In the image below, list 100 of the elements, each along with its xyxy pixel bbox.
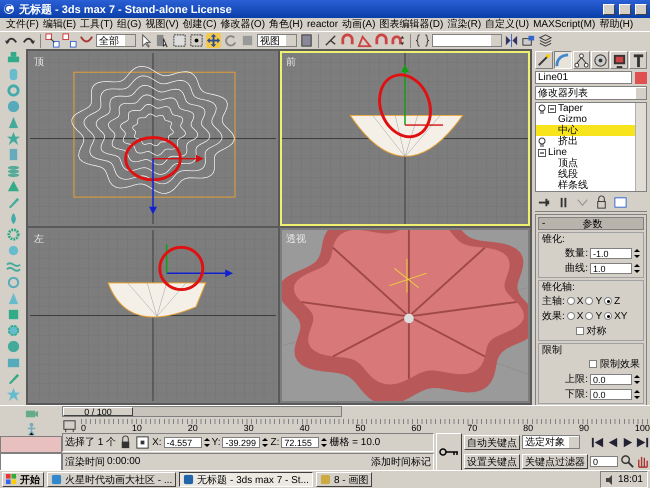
start-button[interactable]: 开始 [2, 472, 44, 487]
stack-item[interactable]: Line [536, 147, 635, 158]
spinner-icon[interactable] [634, 374, 640, 384]
speaker-icon[interactable] [604, 474, 615, 484]
lightbulb-icon[interactable] [538, 104, 546, 114]
lightbulb-icon[interactable] [538, 136, 546, 146]
menu-item[interactable]: 文件(F) [4, 18, 41, 30]
link-icon[interactable] [45, 33, 60, 48]
minimize-button[interactable] [603, 4, 615, 14]
menu-item[interactable]: 图表编辑器(D) [377, 18, 446, 30]
script-output-field[interactable] [0, 453, 62, 471]
radio-button[interactable] [585, 312, 594, 320]
modifier-list-dropdown[interactable]: 修改器列表 [535, 86, 647, 100]
stack-item[interactable]: Taper [536, 103, 635, 114]
pivot-icon[interactable] [299, 33, 314, 48]
menu-item[interactable]: 自定义(U) [483, 18, 532, 30]
checkbox[interactable] [589, 360, 597, 368]
mirror-icon[interactable] [504, 33, 519, 48]
checkbox[interactable] [576, 327, 584, 335]
number-field[interactable]: 0.0 [590, 388, 632, 400]
taskbar-button[interactable]: 8 - 画图 [316, 472, 372, 487]
stack-item[interactable]: 挤出 [536, 136, 635, 147]
move-icon[interactable] [206, 33, 221, 48]
star-icon[interactable] [6, 131, 20, 146]
menu-item[interactable]: 创建(C) [180, 18, 219, 30]
menu-item[interactable]: reactor [304, 18, 340, 30]
layers-icon[interactable] [538, 33, 553, 48]
coordinate-field[interactable]: 72.155 [281, 436, 320, 448]
menu-item[interactable]: 编辑(E) [40, 18, 78, 30]
menu-item[interactable]: 修改器(O) [218, 18, 268, 30]
radio-button[interactable] [566, 297, 575, 305]
color-swatch[interactable] [635, 72, 647, 84]
collapse-icon[interactable] [538, 148, 546, 156]
zoom-icon[interactable] [620, 454, 635, 470]
number-field[interactable]: 0.0 [590, 374, 632, 384]
star-icon[interactable] [6, 387, 20, 402]
absolute-mode-icon[interactable] [135, 434, 150, 450]
stack-subitem[interactable]: 线段 [536, 169, 635, 180]
spinner-icon[interactable] [634, 248, 640, 258]
time-slider-thumb[interactable]: 0 / 100 [63, 407, 133, 416]
tick-label: 80 [523, 423, 534, 433]
key-filters-button[interactable]: 关键点过滤器 [522, 454, 588, 470]
collapse-icon[interactable] [548, 104, 556, 112]
axis-gizmo-drawing [388, 258, 427, 293]
menu-item[interactable]: 动画(A) [340, 18, 378, 30]
spinner-magnet-icon[interactable] [391, 33, 406, 48]
spinner-icon[interactable] [634, 388, 640, 400]
object-name-field[interactable]: Line01 [535, 71, 632, 84]
window-crossing-icon[interactable] [189, 33, 204, 48]
add-time-tag[interactable]: 添加时间标记 [371, 454, 431, 469]
stack-subitem[interactable]: 中心 [536, 125, 635, 136]
scrollbar[interactable] [635, 103, 646, 191]
radio-button[interactable] [585, 297, 594, 305]
spinner-icon[interactable] [634, 262, 640, 274]
radio-button[interactable] [604, 312, 612, 320]
coordinate-field[interactable]: -39.299 [222, 436, 260, 448]
rollout-header[interactable]: - 参数 [538, 217, 644, 230]
stack-subitem[interactable]: Gizmo [536, 114, 635, 125]
rollout-title[interactable]: 参数 [545, 216, 640, 230]
timeline-ruler[interactable]: 0 10 20 30 40 50 60 70 80 90 100 [81, 419, 650, 432]
configure-icon[interactable] [613, 195, 628, 210]
script-listener-field[interactable] [0, 436, 62, 453]
align-icon[interactable] [521, 33, 536, 48]
radio-button[interactable] [566, 312, 575, 320]
close-button[interactable] [635, 4, 647, 14]
current-frame-field[interactable]: 0 [590, 456, 618, 468]
number-field[interactable]: 1.0 [590, 262, 632, 274]
angle-magnet-icon[interactable] [357, 33, 372, 48]
unlink-icon[interactable] [62, 33, 77, 48]
set-key-button[interactable] [436, 433, 462, 471]
named-selection-dropdown[interactable] [432, 34, 502, 47]
menu-item[interactable]: 组(G) [114, 18, 144, 30]
menu-item[interactable]: 帮助(H) [597, 18, 636, 30]
menu-item[interactable]: 视图(V) [143, 18, 181, 30]
time-slider[interactable]: 0 / 100 [62, 406, 342, 417]
radio-button[interactable] [604, 297, 612, 305]
menu-item[interactable]: 工具(T) [78, 18, 115, 30]
stack-subitem[interactable]: 顶点 [536, 158, 635, 169]
rectangle-selection-icon[interactable] [172, 33, 187, 48]
taskbar-button[interactable]: 火星时代动画大社区 - ... [47, 472, 176, 487]
stack-subitem[interactable]: 样条线 [536, 180, 635, 191]
taskbar-button[interactable]: 无标题 - 3ds max 7 - St... [179, 472, 313, 487]
menu-item[interactable]: 角色(H) [267, 18, 305, 30]
key-target-dropdown[interactable]: 选定对象 [522, 435, 580, 450]
set-key-mode-button[interactable]: 设置关键点 [464, 454, 520, 470]
menu-item[interactable]: MAXScript(M) [531, 18, 598, 30]
braces-icon[interactable] [415, 33, 430, 48]
curve-editor-icon[interactable] [62, 418, 77, 433]
manipulate-icon[interactable] [323, 33, 338, 48]
selection-filter-dropdown[interactable]: 全部 [96, 34, 136, 47]
coordinate-field[interactable]: -4.557 [164, 436, 202, 448]
axis-gizmo-drawing [166, 244, 234, 278]
collapse-sign[interactable]: - [542, 218, 546, 229]
select-by-name-icon[interactable] [155, 33, 170, 48]
maximize-button[interactable] [619, 4, 631, 14]
number-field[interactable]: -1.0 [590, 248, 632, 258]
auto-key-button[interactable]: 自动关键点 [464, 434, 520, 450]
menu-item[interactable]: 渲染(R) [445, 18, 484, 30]
pan-hand-icon[interactable] [635, 454, 650, 470]
reference-coordinate-dropdown[interactable]: 视图 [257, 34, 297, 47]
